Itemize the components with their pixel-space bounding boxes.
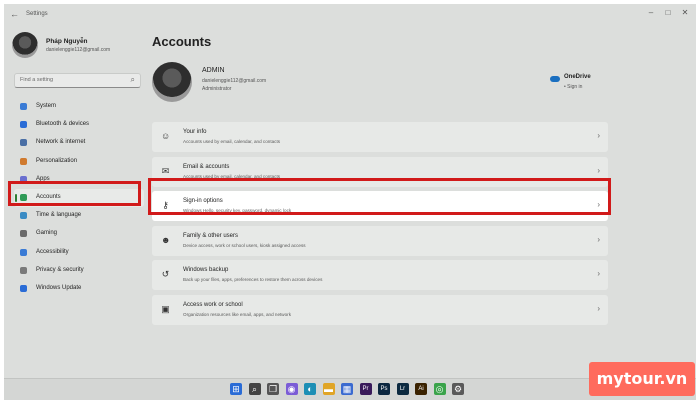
sidebar-item-accessibility[interactable]: Accessibility [14, 244, 144, 262]
card-subtitle: Device access, work or school users, kio… [183, 242, 306, 248]
sidebar-item-label: Bluetooth & devices [36, 121, 90, 128]
family-icon: ☻ [161, 234, 171, 245]
user-email: danielenggie112@gmail.com [46, 47, 111, 53]
monitor-icon [20, 103, 27, 110]
card-windows-backup[interactable]: ↺ Windows backup Back up your files, apps,… [152, 260, 608, 290]
sidebar-item-label: Accessibility [36, 248, 69, 255]
sidebar-item-label: Personalization [36, 157, 78, 164]
sidebar-item-time-language[interactable]: Time & language [14, 207, 144, 225]
sidebar-item-privacy-security[interactable]: Privacy & security [14, 262, 144, 280]
lightroom-icon[interactable]: Lr [396, 383, 409, 395]
back-arrow-icon[interactable]: ← [10, 9, 19, 19]
card-family-other-users[interactable]: ☻ Family & other users Device access, work… [152, 225, 608, 256]
sidebar-item-label: Gaming [36, 230, 58, 237]
chat-icon[interactable]: ◉ [285, 383, 298, 395]
accounts-card-list: ☺ Your info Accounts used by email, calend… [152, 122, 608, 329]
photoshop-icon[interactable]: Ps [378, 383, 390, 395]
avatar [12, 32, 38, 58]
chevron-right-icon: › [597, 269, 600, 278]
account-avatar [152, 62, 192, 102]
card-access-work-or-school[interactable]: ▣ Access work or school Organization resou… [152, 294, 608, 325]
gamepad-icon [20, 230, 27, 238]
premiere-icon[interactable]: Pr [359, 383, 372, 395]
brush-icon [20, 157, 27, 165]
user-name: Pháp Nguyễn [46, 38, 88, 45]
clock-icon [20, 212, 27, 220]
start-icon[interactable]: ⊞ [230, 383, 242, 395]
card-title: Email & accounts [183, 163, 230, 170]
page-title: Accounts [152, 34, 212, 49]
chevron-right-icon: › [597, 234, 600, 244]
backup-icon: ↺ [161, 269, 170, 279]
account-header: ADMIN danielenggie112@gmail.com Administ… [152, 62, 266, 102]
chevron-right-icon: › [597, 303, 600, 313]
card-subtitle: Accounts used by email, calendar, and co… [183, 139, 281, 144]
sidebar-item-bluetooth-devices[interactable]: Bluetooth & devices [14, 116, 144, 134]
onedrive-label: OneDrive [564, 74, 591, 80]
accessibility-icon [20, 248, 27, 256]
briefcase-icon: ▣ [161, 303, 170, 314]
card-subtitle: Back up your files, apps, preferences to… [183, 277, 323, 282]
card-title: Your info [183, 129, 207, 135]
mail-icon: ✉ [161, 165, 170, 176]
sidebar-item-network-internet[interactable]: Network & internet [14, 134, 144, 152]
account-name: ADMIN [202, 67, 225, 74]
account-email: danielenggie112@gmail.com [202, 78, 267, 84]
sidebar-item-label: Privacy & security [36, 266, 84, 273]
window-title: Settings [26, 11, 48, 17]
store-icon[interactable]: ▦ [341, 383, 353, 395]
highlight-box-signin [148, 178, 611, 215]
file-explorer-icon[interactable]: ▬ [322, 383, 335, 395]
highlight-box-accounts [8, 181, 141, 206]
close-button[interactable]: ✕ [678, 8, 692, 17]
search-input[interactable]: Find a setting ⌕ [14, 73, 141, 88]
sidebar-item-label: System [36, 103, 57, 109]
sidebar-item-label: Time & language [36, 212, 82, 219]
search-placeholder: Find a setting [20, 77, 54, 83]
illustrator-icon[interactable]: Ai [415, 383, 427, 395]
task-view-icon[interactable]: ❐ [267, 383, 279, 395]
card-subtitle: Organization resources like email, apps,… [183, 311, 292, 317]
bluetooth-icon [20, 121, 27, 129]
onedrive-signin-link[interactable]: • Sign in [564, 84, 582, 90]
account-role: Administrator [202, 86, 232, 92]
search-icon[interactable]: ⌕ [248, 383, 261, 395]
card-your-info[interactable]: ☺ Your info Accounts used by email, calend… [152, 122, 608, 152]
person-icon: ☺ [161, 131, 171, 141]
sidebar-item-gaming[interactable]: Gaming [14, 225, 144, 243]
minimize-button[interactable]: – [644, 8, 658, 17]
sidebar-item-label: Windows Update [36, 284, 82, 291]
edge-icon[interactable]: ◐ [304, 383, 316, 395]
card-title: Access work or school [183, 301, 243, 308]
update-icon [20, 284, 27, 292]
chrome-icon[interactable]: ◎ [433, 383, 446, 395]
card-title: Family & other users [183, 232, 239, 239]
sidebar-item-windows-update[interactable]: Windows Update [14, 280, 144, 298]
chevron-right-icon: › [597, 131, 600, 140]
network-icon [20, 139, 27, 147]
sidebar-item-personalization[interactable]: Personalization [14, 153, 144, 171]
sidebar-item-label: Network & internet [36, 139, 86, 146]
card-title: Windows backup [183, 267, 229, 273]
sidebar-item-system[interactable]: System [14, 98, 144, 116]
cloud-icon [550, 76, 560, 82]
title-bar: ← Settings – □ ✕ [4, 4, 696, 26]
chevron-right-icon: › [597, 165, 600, 175]
maximize-button[interactable]: □ [661, 8, 675, 17]
settings-icon[interactable]: ⚙ [452, 383, 464, 395]
watermark-logo: mytour.vn [589, 362, 695, 396]
shield-icon [20, 266, 27, 274]
search-icon: ⌕ [130, 75, 135, 84]
